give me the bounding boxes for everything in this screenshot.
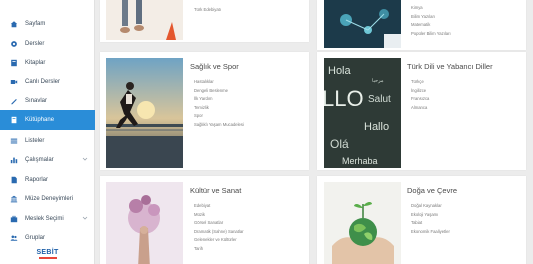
card-title[interactable]: Türk Dili ve Yabancı Diller [407,62,493,71]
list-item[interactable]: Temizlik [194,104,244,113]
sidebar-item-label: Kitaplar [25,60,46,66]
chevron-down-icon[interactable] [82,156,88,162]
sidebar-item-label: Sayfam [25,21,46,27]
sidebar-item-meslek-secimi[interactable]: Meslek Seçimi [0,209,95,229]
chalk-word: Olá [330,137,349,151]
library-card-top-right[interactable]: Kimya Bilim Yazıları Matematik Popüler B… [317,0,526,50]
sidebar-item-dersler[interactable]: Dersler [0,34,95,54]
sidebar-item-label: Dersler [25,41,45,47]
list-item[interactable]: İngilizce [411,87,429,96]
chalk-word: Salut [368,94,391,105]
list-item[interactable]: Doğal Kaynaklar [411,202,450,211]
sebit-logo: SEBİT [0,244,95,264]
sidebar-item-label: Canlı Dersler [25,79,61,85]
museum-icon [10,195,18,203]
sidebar-item-sinavlar[interactable]: Sınavlar [0,91,95,111]
category-image [324,182,401,264]
chalk-word: Merhaba [342,156,378,166]
list-item[interactable]: Dengeli Beslenme [194,87,244,96]
sidebar-item-label: Gruplar [25,235,46,241]
sidebar-item-calismalar[interactable]: Çalışmalar [0,150,95,170]
list-item[interactable]: Ekoloji Yaşamı [411,211,450,220]
library-icon [10,116,18,124]
library-card-saglik-ve-spor[interactable]: Sağlık ve Spor Hastalıklar Dengeli Besle… [100,52,309,170]
library-card-top-left[interactable]: Türk Edebiyatı [100,0,309,42]
logo-underline [38,257,57,259]
sidebar-item-label: Müze Deneyimleri [25,196,74,202]
video-icon [10,78,18,86]
list-item[interactable]: Sağlıklı Yaşam Mucadelesi [194,121,244,130]
sidebar-item-raporlar[interactable]: Raporlar [0,170,95,190]
chalk-word: Hallo [364,121,389,133]
sidebar-item-label: Sınavlar [25,98,48,104]
chalk-word-arabic: مرحبا [372,78,384,84]
chalk-word: LLO [324,86,364,111]
chalk-word: Hola [328,65,352,77]
list-item[interactable]: Fransızca [411,95,429,104]
list-item[interactable]: Türkçe [411,78,429,87]
chevron-down-icon[interactable] [82,215,88,221]
category-list: Türk Edebiyatı [194,6,221,15]
library-card-kultur-ve-sanat[interactable]: Kültür ve Sanat Edebiyat Müzik Görsel Sa… [100,176,309,264]
sidebar-item-kutuphane[interactable]: Kütüphane [0,110,95,130]
sidebar: Sayfam Dersler Kitaplar Canlı Dersler Sı… [0,0,95,264]
list-item[interactable]: Türk Edebiyatı [194,6,221,15]
gear-icon [10,40,18,48]
list-item[interactable]: Hastalıklar [194,78,244,87]
sidebar-item-canli-dersler[interactable]: Canlı Dersler [0,72,95,92]
sidebar-item-listeler[interactable]: Listeler [0,131,95,151]
card-title[interactable]: Sağlık ve Spor [190,62,239,71]
list-item[interactable]: Almanca [411,104,429,113]
category-image [106,58,183,168]
category-list: Hastalıklar Dengeli Beslenme İlk Yardım … [194,78,244,130]
book-icon [10,59,18,67]
category-list: Doğal Kaynaklar Ekoloji Yaşamı Tabiat Ek… [411,202,450,236]
list-item[interactable]: Tarih [194,245,244,254]
list-item[interactable]: Tabiat [411,219,450,228]
list-item[interactable]: Matematik [411,21,451,30]
list-item[interactable]: Dramatik (Sahne) Sanatlar [194,228,244,237]
list-item[interactable]: Ekonomik Faaliyetler [411,228,450,237]
list-item[interactable]: Görsel Sanatlar [194,219,244,228]
report-icon [10,176,18,184]
sidebar-item-label: Listeler [25,138,45,144]
sidebar-item-muze-deneyimleri[interactable]: Müze Deneyimleri [0,189,95,209]
logo-text: SEBİT [36,249,59,256]
briefcase-icon [10,215,18,223]
category-image [324,0,401,48]
category-list: Türkçe İngilizce Fransızca Almanca [411,78,429,112]
pencil-icon [10,97,18,105]
category-list: Edebiyat Müzik Görsel Sanatlar Dramatik … [194,202,244,254]
list-item[interactable]: Müzik [194,211,244,220]
library-card-turk-dili[interactable]: Hola مرحبا LLO Salut Hallo Olá Merhaba T… [317,52,526,170]
card-title[interactable]: Doğa ve Çevre [407,186,457,195]
list-item[interactable]: Spor [194,112,244,121]
list-icon [10,137,18,145]
category-image [106,0,183,40]
sidebar-item-label: Meslek Seçimi [25,216,64,222]
group-icon [10,234,18,242]
sidebar-item-kitaplar[interactable]: Kitaplar [0,53,95,73]
card-title[interactable]: Kültür ve Sanat [190,186,241,195]
sidebar-item-sayfam[interactable]: Sayfam [0,14,95,34]
list-item[interactable]: Popüler Bilim Yazıları [411,30,451,39]
sidebar-item-label: Çalışmalar [25,157,54,163]
list-item[interactable]: Kimya [411,4,451,13]
category-image: Hola مرحبا LLO Salut Hallo Olá Merhaba [324,58,401,168]
sidebar-item-label: Raporlar [25,177,49,183]
sidebar-item-label: Kütüphane [25,117,55,123]
list-item[interactable]: İlk Yardım [194,95,244,104]
list-item[interactable]: Gelenekler ve Kültürler [194,236,244,245]
list-item[interactable]: Bilim Yazıları [411,13,451,22]
chart-icon [10,156,18,164]
list-item[interactable]: Edebiyat [194,202,244,211]
category-image [106,182,183,264]
category-list: Kimya Bilim Yazıları Matematik Popüler B… [411,4,451,38]
home-icon [10,20,18,28]
library-card-doga-ve-cevre[interactable]: Doğa ve Çevre Doğal Kaynaklar Ekoloji Ya… [317,176,526,264]
